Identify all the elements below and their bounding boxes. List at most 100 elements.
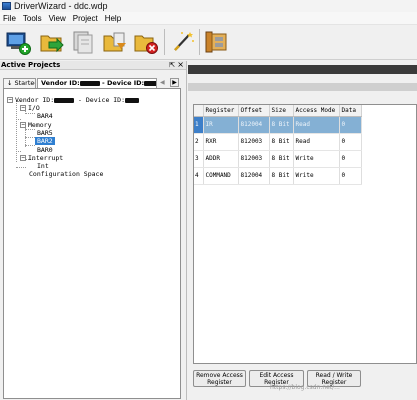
panel-header-strip [188,83,417,91]
tree-item-bar2[interactable]: BAR2 [35,137,55,145]
tree-item-io[interactable]: − I/O [20,105,40,112]
collapse-icon[interactable]: − [20,155,26,161]
column-header-access-mode[interactable]: Access Mode [293,105,340,117]
collapse-icon[interactable]: − [20,105,26,111]
row-number: 3 [194,150,204,168]
watermark: https://blog.csdn.net/... [270,384,340,391]
tree-item-bar2-label: BAR2 [35,137,55,145]
register-name-cell: COMMAND [203,167,239,185]
generate-code-icon [174,32,194,51]
column-header-rownum [194,105,204,117]
tree-interrupt-label: Interrupt [28,154,64,162]
toolbar-separator [164,29,165,55]
redaction-mark [144,80,156,86]
menu-file[interactable]: File [0,14,19,23]
access-mode-cell: Read [293,116,340,134]
offset-cell: 812004 [238,116,270,134]
menu-help[interactable]: Help [101,14,124,23]
size-cell: 8 Bit [269,116,294,134]
close-icon[interactable]: × [177,60,184,69]
tree-item-device-root[interactable]: − Vendor ID: - Device ID: [7,96,140,104]
tree-connector [16,119,21,120]
tab-scroll-right-icon[interactable]: ▶ [170,78,179,87]
add-device-button[interactable] [102,29,128,55]
tab-device[interactable]: Vendor ID: - Device ID: [37,78,157,88]
menu-tools[interactable]: Tools [19,14,45,23]
size-cell: 8 Bit [269,150,294,168]
register-name-cell: IR [203,116,239,134]
tree-root-device-label: - Device ID: [74,96,126,104]
table-row[interactable]: 3 ADDR 812003 8 Bit Write 0 [194,150,362,168]
generate-code-button[interactable] [170,29,196,55]
data-cell: 0 [339,150,362,168]
tab-started[interactable]: ↓ Started [3,78,36,88]
device-tree: − Vendor ID: - Device ID: − I/O BAR4 − Memo… [3,88,181,399]
row-number: 2 [194,133,204,151]
row-number: 1 [194,116,204,134]
remove-access-register-button[interactable]: Remove Access Register [193,370,246,387]
redaction-mark [79,80,100,86]
tree-connector [25,129,35,130]
tree-connector [16,151,21,152]
new-project-button[interactable] [5,29,31,55]
tree-item-memory[interactable]: − Memory [20,122,51,129]
toolbar [0,25,417,60]
row-number: 4 [194,167,204,185]
redaction-mark [125,97,140,103]
menu-bar: File Tools View Project Help [0,12,417,25]
build-button[interactable] [203,29,229,55]
menu-project[interactable]: Project [69,14,101,23]
tree-item-bar4[interactable]: BAR4 [37,113,53,120]
remove-device-icon [134,35,158,54]
button-label: Register [207,379,232,386]
register-panel: Register Offset Size Access Mode Data 1 … [188,61,417,400]
save-project-icon [73,31,93,54]
table-row[interactable]: 4 COMMAND 812004 8 Bit Write 0 [194,167,362,185]
pin-icon[interactable]: ⇱ [169,61,175,69]
tree-item-bar5[interactable]: BAR5 [37,130,53,137]
tree-connector [16,100,17,162]
table-row[interactable]: 1 IR 812004 8 Bit Read 0 [194,116,362,134]
tree-connector [16,167,26,168]
app-icon [2,2,11,10]
tab-device-label-vendor: Vendor ID: [41,79,80,87]
tree-connector [25,113,35,114]
build-icon [205,31,227,53]
column-header-offset[interactable]: Offset [238,105,270,117]
toolbar-separator [199,29,200,55]
collapse-icon[interactable]: − [20,122,26,128]
offset-cell: 812003 [238,133,270,151]
column-header-register[interactable]: Register [203,105,239,117]
tree-item-configuration-space[interactable]: Configuration Space [29,171,103,178]
tree-io-label: I/O [28,104,40,112]
window-title: DriverWizard - ddc.wdp [14,1,108,11]
register-table: Register Offset Size Access Mode Data 1 … [194,105,362,185]
size-cell: 8 Bit [269,167,294,185]
redaction-mark [54,97,75,103]
column-header-data[interactable]: Data [339,105,362,117]
tree-root-vendor-label: Vendor ID: [15,96,55,104]
register-name-cell: ADDR [203,150,239,168]
size-cell: 8 Bit [269,133,294,151]
tree-item-int[interactable]: Int [37,163,49,170]
panel-title-strip [188,65,417,74]
tab-device-label-device: - Device ID: [99,79,145,87]
title-bar: DriverWizard - ddc.wdp [0,0,417,12]
register-table-container: Register Offset Size Access Mode Data 1 … [193,104,417,364]
menu-view[interactable]: View [45,14,69,23]
remove-device-button[interactable] [133,29,159,55]
panel-title: Active Projects [1,61,61,69]
table-row[interactable]: 2 RXR 812003 8 Bit Read 0 [194,133,362,151]
new-project-icon [6,32,31,55]
tree-item-interrupt[interactable]: − Interrupt [20,155,63,162]
button-label: Read / Write [315,372,353,379]
column-header-size[interactable]: Size [269,105,294,117]
access-mode-cell: Write [293,150,340,168]
offset-cell: 812004 [238,167,270,185]
save-project-button[interactable] [70,29,96,55]
button-label: Edit Access [259,372,294,379]
collapse-icon[interactable]: − [7,97,13,103]
tree-item-bar0[interactable]: BAR0 [37,147,53,154]
open-project-button[interactable] [39,29,65,55]
tab-scroll-left-icon[interactable]: ◀ [160,79,165,86]
